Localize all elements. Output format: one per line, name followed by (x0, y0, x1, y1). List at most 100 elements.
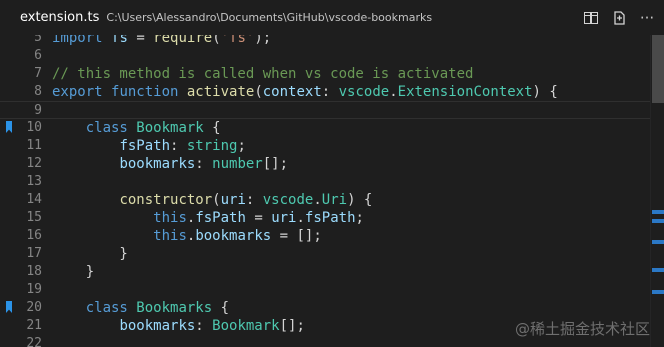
code-text[interactable]: class Bookmark { (52, 119, 221, 137)
line-number: 22 (26, 336, 42, 347)
line-gutter[interactable]: 19 (0, 281, 48, 299)
code-token: Bookmark (136, 120, 213, 136)
scrollbar-thumb[interactable] (652, 35, 664, 103)
code-token: . (296, 210, 305, 226)
code-token: . (313, 192, 322, 208)
open-changes-button[interactable] (610, 9, 628, 27)
code-token: ; (237, 138, 246, 154)
bookmark-marker (652, 219, 664, 223)
open-changes-icon (614, 10, 625, 25)
line-number: 16 (26, 228, 42, 243)
code-token: vscode (262, 192, 314, 208)
overview-ruler-scrollbar[interactable] (650, 28, 664, 347)
code-token: bookmarks (119, 156, 196, 172)
code-text[interactable]: bookmarks: Bookmark[]; (52, 317, 305, 335)
code-line[interactable]: 7 // this method is called when vs code i… (0, 65, 652, 83)
file-path: C:\Users\Alessandro\Documents\GitHub\vsc… (106, 11, 433, 24)
vscode-editor-window: extension.ts C:\Users\Alessandro\Documen… (0, 0, 664, 347)
code-text[interactable]: class Bookmarks { (52, 299, 229, 317)
line-number: 9 (34, 103, 42, 118)
code-token: uri (220, 192, 246, 208)
split-editor-icon (584, 11, 598, 24)
code-text[interactable]: } (52, 245, 127, 263)
code-token: { (220, 300, 230, 316)
code-editor[interactable]: 5 import fs = require('fs'); 6 7// this met… (0, 28, 664, 347)
code-line[interactable]: 20 class Bookmarks { (0, 299, 652, 317)
code-text[interactable]: fsPath: string; (52, 137, 246, 155)
line-gutter[interactable]: 9 (0, 102, 48, 118)
code-token: activate (186, 84, 255, 100)
line-gutter[interactable]: 11 (0, 137, 48, 155)
bookmark-marker (652, 210, 664, 214)
code-text[interactable]: bookmarks: number[]; (52, 155, 288, 173)
bookmark-marker (652, 290, 664, 294)
code-line[interactable]: 19 (0, 281, 652, 299)
code-line[interactable]: 6 (0, 47, 652, 65)
code-token: constructor (119, 192, 213, 208)
code-text[interactable]: this.bookmarks = []; (52, 227, 322, 245)
watermark: @稀土掘金技术社区 (514, 320, 650, 338)
code-token: ExtensionContext (397, 84, 533, 100)
bookmark-icon[interactable] (6, 121, 12, 133)
line-number: 14 (26, 192, 42, 207)
code-token: = (254, 210, 272, 226)
code-token: : (195, 318, 213, 334)
editor-actions: ··· (582, 0, 656, 35)
line-gutter[interactable]: 17 (0, 245, 48, 263)
more-actions-button[interactable]: ··· (638, 9, 656, 27)
code-token: ) { (347, 192, 373, 208)
line-gutter[interactable]: 20 (0, 299, 48, 317)
line-gutter[interactable]: 14 (0, 191, 48, 209)
code-token: []; (279, 318, 305, 334)
code-token: context (262, 84, 322, 100)
code-line[interactable]: 16 this.bookmarks = []; (0, 227, 652, 245)
bookmark-icon[interactable] (6, 301, 12, 313)
line-gutter[interactable]: 22 (0, 335, 48, 347)
code-token: number (212, 156, 263, 172)
active-file-name[interactable]: extension.ts (20, 10, 99, 25)
code-token: export (52, 84, 112, 100)
line-gutter[interactable]: 16 (0, 227, 48, 245)
line-gutter[interactable]: 12 (0, 155, 48, 173)
line-number: 20 (26, 300, 42, 315)
line-gutter[interactable]: 7 (0, 65, 48, 83)
line-gutter[interactable]: 13 (0, 173, 48, 191)
line-gutter[interactable]: 8 (0, 83, 48, 101)
code-line[interactable]: 18 } (0, 263, 652, 281)
code-line[interactable]: 11 fsPath: string; (0, 137, 652, 155)
code-text[interactable]: this.fsPath = uri.fsPath; (52, 209, 364, 227)
code-line[interactable]: 13 (0, 173, 652, 191)
code-line[interactable]: 10 class Bookmark { (0, 119, 652, 137)
split-editor-button[interactable] (582, 9, 600, 27)
code-text[interactable]: constructor(uri: vscode.Uri) { (52, 191, 372, 209)
line-number: 19 (26, 282, 42, 297)
code-token: class (85, 120, 137, 136)
more-icon: ··· (639, 8, 655, 27)
code-token: Uri (321, 192, 348, 208)
line-gutter[interactable]: 18 (0, 263, 48, 281)
line-gutter[interactable]: 15 (0, 209, 48, 227)
line-gutter[interactable]: 10 (0, 119, 48, 137)
code-text[interactable]: export function activate(context: vscode… (52, 83, 558, 101)
line-gutter[interactable]: 6 (0, 47, 48, 65)
code-line[interactable]: 9 (0, 101, 652, 119)
code-line[interactable]: 17 } (0, 245, 652, 263)
code-line[interactable]: 15 this.fsPath = uri.fsPath; (0, 209, 652, 227)
editor-tab-title-bar: extension.ts C:\Users\Alessandro\Documen… (0, 0, 664, 35)
line-number: 17 (26, 246, 42, 261)
code-token: ) { (532, 84, 558, 100)
code-token: bookmarks (195, 228, 280, 244)
code-line[interactable]: 12 bookmarks: number[]; (0, 155, 652, 173)
code-text[interactable]: } (52, 263, 94, 281)
line-number: 8 (34, 84, 42, 99)
line-number: 11 (26, 138, 42, 153)
code-line[interactable]: 14 constructor(uri: vscode.Uri) { (0, 191, 652, 209)
code-token: Bookmark (212, 318, 280, 334)
code-line[interactable]: 8 export function activate(context: vscod… (0, 83, 652, 101)
line-gutter[interactable]: 21 (0, 317, 48, 335)
code-text[interactable]: // this method is called when vs code is… (52, 65, 473, 83)
